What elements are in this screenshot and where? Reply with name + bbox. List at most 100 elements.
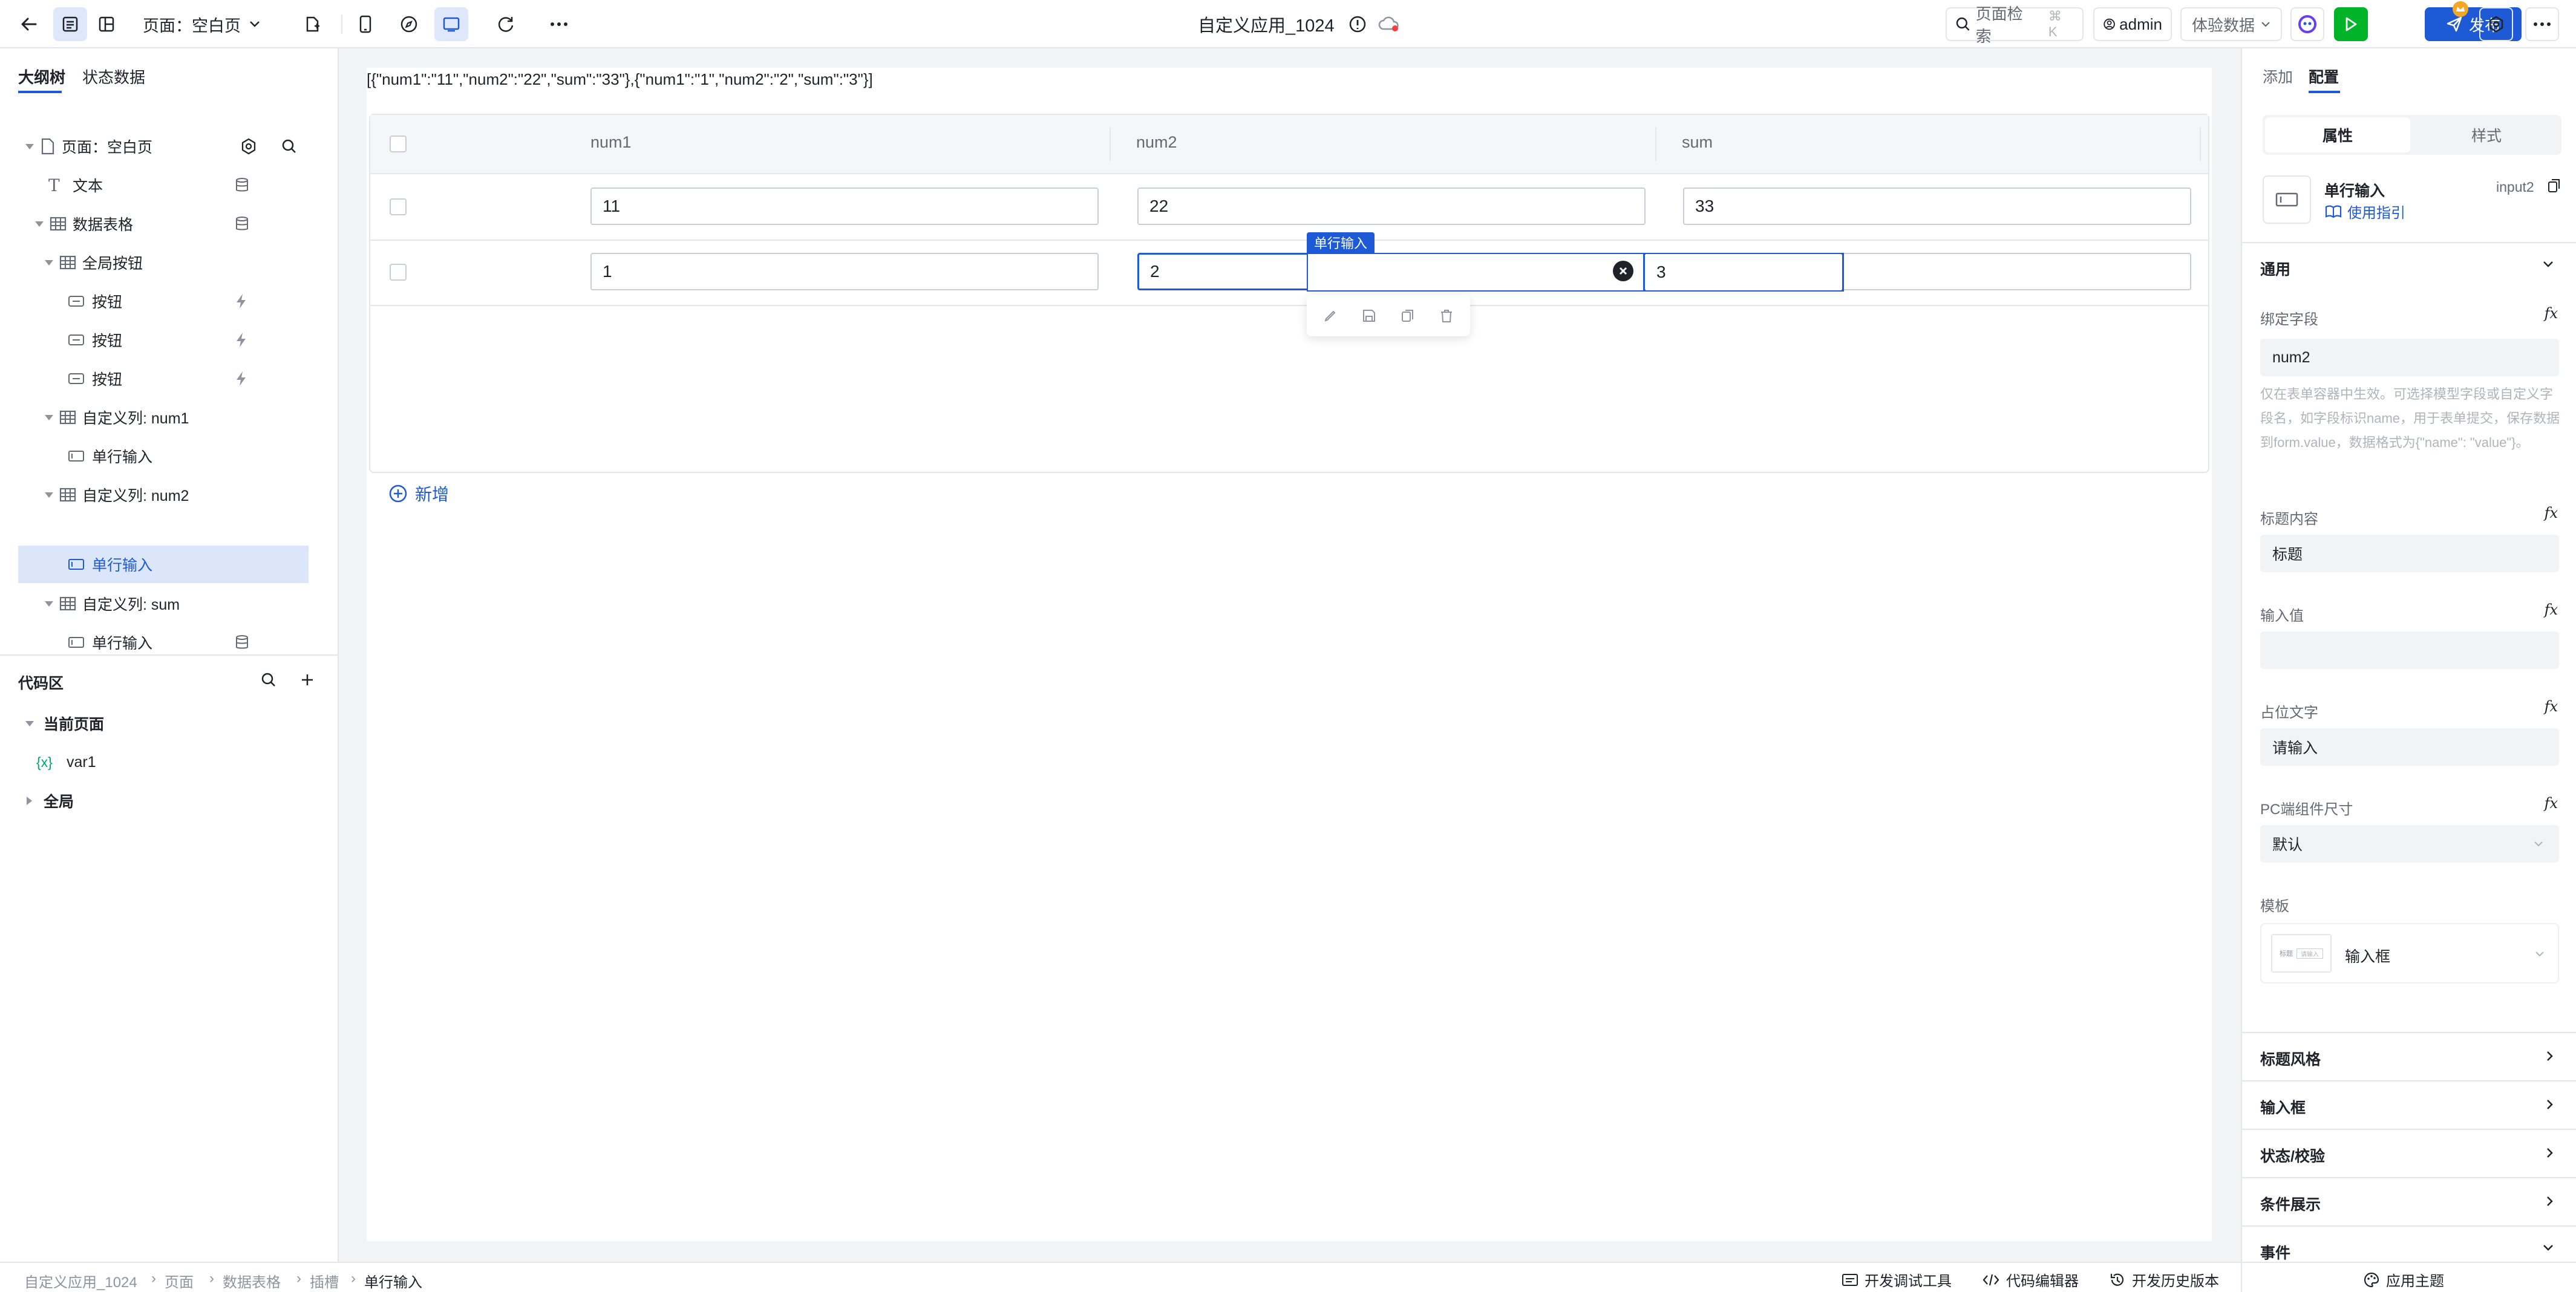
- data-mode-select[interactable]: 体验数据: [2180, 7, 2282, 41]
- settings-icon[interactable]: [2479, 7, 2513, 41]
- caret-right-icon: [27, 797, 32, 805]
- refresh-icon[interactable]: [489, 7, 523, 41]
- cell-input-num2-selected[interactable]: 2: [1137, 253, 1309, 290]
- cell-input-num2[interactable]: 22: [1137, 188, 1646, 225]
- tree-item-page[interactable]: 页面：空白页: [18, 128, 309, 165]
- size-select-value: 默认: [2272, 837, 2303, 853]
- tree-item-global-buttons[interactable]: 全局按钮: [18, 244, 309, 281]
- more-icon[interactable]: [542, 7, 576, 41]
- tree-item-input[interactable]: 单行输入: [18, 438, 309, 474]
- tree-item-input-selected[interactable]: 单行输入: [18, 546, 309, 583]
- desktop-view-icon[interactable]: [434, 7, 468, 41]
- settings-icon[interactable]: [240, 137, 258, 155]
- section-state-validation[interactable]: 状态/校验: [2242, 1129, 2576, 1177]
- breadcrumb-slot[interactable]: 插槽: [310, 1270, 339, 1291]
- tree-item-text[interactable]: T 文本: [18, 167, 309, 203]
- page-select[interactable]: 页面：空白页: [143, 13, 260, 35]
- template-grid-icon[interactable]: [90, 7, 123, 41]
- database-icon: [236, 635, 248, 649]
- code-tree-current-page[interactable]: 当前页面: [18, 705, 309, 742]
- cell-input-sum[interactable]: 33: [1683, 188, 2191, 225]
- tab-outline-tree[interactable]: 大纲树: [18, 65, 65, 88]
- select-all-checkbox[interactable]: [390, 135, 407, 152]
- section-conditional-display[interactable]: 条件展示: [2242, 1177, 2576, 1225]
- formula-icon[interactable]: fx: [2545, 795, 2558, 812]
- subtab-properties[interactable]: 属性: [2265, 117, 2410, 152]
- tab-state-data[interactable]: 状态数据: [82, 65, 145, 88]
- section-events[interactable]: 事件: [2242, 1225, 2576, 1262]
- section-title-style[interactable]: 标题风格: [2242, 1032, 2576, 1080]
- tab-add[interactable]: 添加: [2263, 65, 2293, 87]
- breadcrumb-input[interactable]: 单行输入: [364, 1270, 422, 1291]
- template-thumb-label: 标题: [2280, 950, 2293, 958]
- dev-debug-tools-button[interactable]: 开发调试工具: [1842, 1269, 1952, 1290]
- title-input[interactable]: 标题: [2260, 535, 2559, 572]
- mobile-view-icon[interactable]: [348, 7, 382, 41]
- formula-icon[interactable]: fx: [2545, 305, 2558, 322]
- subtab-style[interactable]: 样式: [2414, 117, 2559, 152]
- tree-label: 页面：空白页: [62, 139, 153, 156]
- database-icon: [236, 217, 248, 230]
- placeholder-input[interactable]: 请输入: [2260, 728, 2559, 766]
- search-icon[interactable]: [281, 138, 298, 155]
- input-value-field[interactable]: [2260, 631, 2559, 669]
- cell-input-num1[interactable]: 11: [590, 188, 1099, 225]
- formula-icon[interactable]: fx: [2545, 504, 2558, 521]
- save-icon[interactable]: [1361, 308, 1377, 324]
- clear-icon[interactable]: [1613, 261, 1633, 281]
- info-icon[interactable]: [1348, 15, 1367, 34]
- code-tree-global[interactable]: 全局: [18, 783, 309, 819]
- size-select[interactable]: 默认: [2260, 825, 2559, 863]
- code-tree-var[interactable]: {x} var1: [18, 744, 309, 780]
- add-row-button[interactable]: 新增: [388, 481, 449, 506]
- row-checkbox[interactable]: [390, 198, 407, 215]
- formula-icon[interactable]: fx: [2545, 698, 2558, 715]
- tree-item-column-num1[interactable]: 自定义列: num1: [18, 399, 309, 436]
- tab-config[interactable]: 配置: [2309, 65, 2339, 87]
- delete-icon[interactable]: [1439, 308, 1454, 324]
- tree-item-button[interactable]: 按钮: [18, 322, 309, 358]
- section-input-box[interactable]: 输入框: [2242, 1080, 2576, 1129]
- section-title: 条件展示: [2260, 1196, 2321, 1213]
- breadcrumb-page[interactable]: 页面: [165, 1270, 194, 1291]
- breadcrumb-app[interactable]: 自定义应用_1024: [24, 1270, 137, 1291]
- divider: [341, 15, 342, 34]
- add-page-icon[interactable]: [295, 7, 329, 41]
- usage-guide-link[interactable]: 使用指引: [2324, 201, 2405, 222]
- breadcrumb-table[interactable]: 数据表格: [223, 1270, 281, 1291]
- formula-icon[interactable]: fx: [2545, 601, 2558, 618]
- cell-input-sum-overlay[interactable]: 3: [1646, 254, 1842, 290]
- edit-icon[interactable]: [1322, 308, 1338, 324]
- search-icon[interactable]: [260, 671, 277, 688]
- selected-input-overlay[interactable]: [1308, 254, 1643, 290]
- compass-icon[interactable]: [392, 7, 426, 41]
- template-select[interactable]: 标题 请输入 输入框: [2260, 923, 2559, 984]
- back-arrow-icon[interactable]: [12, 7, 46, 41]
- page-search-button[interactable]: 页面检索 ⌘ K: [1946, 5, 2084, 45]
- tree-item-column-num2[interactable]: 自定义列: num2: [18, 477, 309, 513]
- row-checkbox[interactable]: [390, 264, 407, 281]
- copy-icon[interactable]: [1400, 308, 1416, 324]
- search-icon: [1956, 17, 1970, 31]
- cell-input-num1[interactable]: 1: [590, 253, 1099, 290]
- cloud-sync-icon[interactable]: [1378, 15, 1400, 34]
- caret-down-icon: [45, 260, 53, 266]
- add-icon[interactable]: [300, 673, 315, 687]
- dev-history-button[interactable]: 开发历史版本: [2109, 1269, 2219, 1290]
- json-text: [{"num1":"11","num2":"22","sum":"33"},{"…: [367, 70, 873, 88]
- page-layout-icon[interactable]: [53, 7, 87, 41]
- breadcrumb-separator: ›: [209, 1270, 214, 1287]
- app-theme-button[interactable]: 应用主题: [2363, 1269, 2444, 1290]
- more-menu-icon[interactable]: [2525, 7, 2559, 41]
- bind-field-input[interactable]: num2: [2260, 339, 2559, 376]
- ai-assistant-icon[interactable]: [2290, 7, 2324, 41]
- tree-item-column-sum[interactable]: 自定义列: sum: [18, 586, 309, 622]
- copy-icon[interactable]: [2547, 178, 2561, 194]
- tree-item-button[interactable]: 按钮: [18, 361, 309, 397]
- user-menu[interactable]: admin: [2093, 7, 2172, 41]
- section-general[interactable]: 通用: [2242, 242, 2576, 292]
- tree-item-data-table[interactable]: 数据表格: [18, 206, 309, 242]
- tree-item-button[interactable]: 按钮: [18, 283, 309, 319]
- code-editor-button[interactable]: 代码编辑器: [1982, 1269, 2079, 1290]
- preview-run-button[interactable]: [2334, 7, 2368, 41]
